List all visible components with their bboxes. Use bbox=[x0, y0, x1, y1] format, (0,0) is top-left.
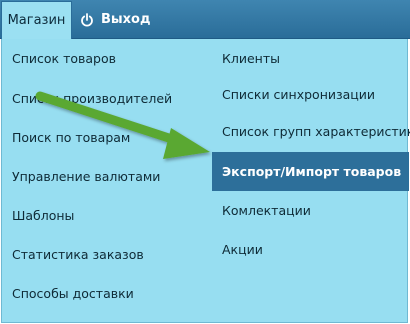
tab-shop[interactable]: Магазин bbox=[1, 1, 72, 39]
menu-item-characteristic-groups[interactable]: Список групп характеристик bbox=[212, 112, 410, 151]
menu-item-templates[interactable]: Шаблоны bbox=[2, 196, 202, 235]
top-navigation-bar: Магазин Выход bbox=[0, 0, 410, 39]
menu-item-order-statistics[interactable]: Статистика заказов bbox=[2, 235, 202, 274]
tab-shop-label: Магазин bbox=[7, 13, 66, 28]
exit-button[interactable]: Выход bbox=[80, 0, 150, 39]
menu-item-promotions[interactable]: Акции bbox=[212, 230, 409, 269]
menu-item-manufacturers-list[interactable]: Список производителей bbox=[2, 79, 202, 118]
dropdown-menu-panel: Список товаров Список производителей Пои… bbox=[1, 39, 410, 323]
power-icon bbox=[80, 12, 94, 27]
menu-item-delivery-methods[interactable]: Способы доставки bbox=[2, 274, 202, 313]
menu-item-sync-lists[interactable]: Списки синхронизации bbox=[212, 75, 409, 114]
shop-menu-window: Магазин Выход Список товаров Список прои… bbox=[0, 0, 410, 324]
menu-item-product-search[interactable]: Поиск по товарам bbox=[2, 118, 202, 157]
menu-item-export-import[interactable]: Экспорт/Импорт товаров bbox=[212, 152, 409, 191]
menu-item-products-list[interactable]: Список товаров bbox=[2, 39, 202, 78]
exit-label: Выход bbox=[101, 12, 151, 27]
menu-item-bundles[interactable]: Комлектации bbox=[212, 191, 409, 230]
menu-item-clients[interactable]: Клиенты bbox=[212, 39, 409, 78]
menu-item-currency-management[interactable]: Управление валютами bbox=[2, 157, 202, 196]
